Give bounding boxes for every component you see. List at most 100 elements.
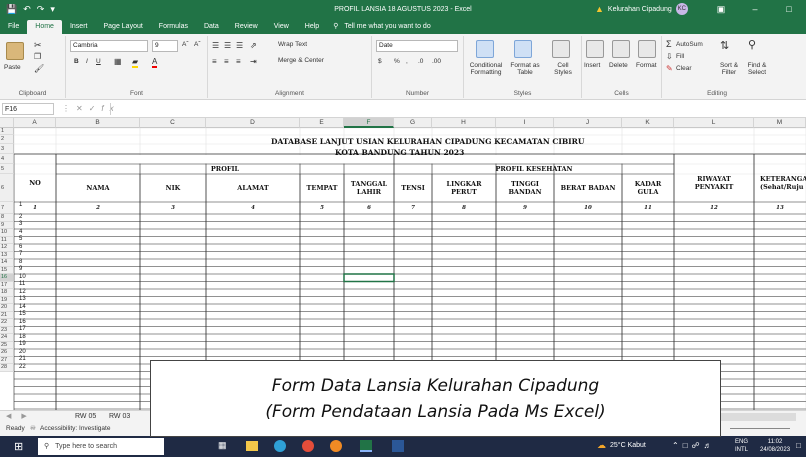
weather-text[interactable]: 25°C Kabut bbox=[610, 442, 646, 449]
format-button[interactable]: Format bbox=[636, 62, 657, 69]
currency-icon[interactable]: $ bbox=[378, 58, 382, 65]
row-header[interactable]: 9 bbox=[0, 221, 14, 229]
accessibility-status[interactable]: Accessibility: Investigate bbox=[40, 425, 110, 432]
horizontal-scrollbar[interactable] bbox=[720, 413, 796, 421]
fill-button[interactable]: Fill bbox=[676, 53, 684, 60]
format-painter-icon[interactable]: 🖌 bbox=[34, 64, 44, 73]
user-account[interactable]: ▲ Kelurahan Cipadung KC bbox=[595, 3, 688, 15]
row-header[interactable]: 19 bbox=[0, 296, 14, 304]
tab-insert[interactable]: Insert bbox=[62, 20, 96, 34]
column-header-a[interactable]: A bbox=[14, 118, 56, 128]
word-taskbar-icon[interactable] bbox=[392, 440, 404, 452]
file-explorer-icon[interactable] bbox=[246, 441, 258, 451]
font-color-icon[interactable]: A bbox=[152, 57, 158, 68]
excel-taskbar-icon[interactable] bbox=[360, 440, 372, 452]
row-header[interactable]: 28 bbox=[0, 364, 14, 372]
conditional-formatting-button[interactable]: Conditional Formatting bbox=[466, 62, 506, 76]
firefox-icon[interactable] bbox=[330, 440, 342, 452]
fill-color-icon[interactable]: ▰ bbox=[132, 57, 139, 68]
row-header[interactable]: 3 bbox=[0, 144, 14, 154]
comma-icon[interactable]: , bbox=[406, 58, 408, 65]
task-view-icon[interactable]: ▦ bbox=[218, 440, 227, 451]
column-header-f[interactable]: F bbox=[344, 118, 394, 128]
language-indicator[interactable]: ENG INTL bbox=[735, 438, 748, 454]
maximize-icon[interactable]: □ bbox=[772, 0, 806, 18]
insert-cells-icon[interactable] bbox=[586, 40, 604, 58]
column-header-m[interactable]: M bbox=[754, 118, 806, 128]
row-header[interactable]: 12 bbox=[0, 244, 14, 252]
conditional-formatting-icon[interactable] bbox=[476, 40, 494, 58]
paste-button[interactable]: Paste bbox=[4, 64, 21, 71]
sort-filter-button[interactable]: Sort & Filter bbox=[716, 62, 742, 76]
align-left-icon[interactable]: ≡ bbox=[212, 57, 217, 66]
row-header[interactable]: 25 bbox=[0, 341, 14, 349]
name-box[interactable]: F16 bbox=[2, 103, 54, 115]
grow-font-icon[interactable]: Aˆ bbox=[182, 41, 189, 48]
column-header-b[interactable]: B bbox=[56, 118, 140, 128]
zoom-slider[interactable] bbox=[730, 428, 790, 429]
row-header[interactable]: 1 bbox=[0, 128, 14, 135]
insert-button[interactable]: Insert bbox=[584, 62, 600, 69]
format-cells-icon[interactable] bbox=[638, 40, 656, 58]
italic-button[interactable]: I bbox=[86, 58, 88, 65]
tab-help[interactable]: Help bbox=[297, 20, 327, 34]
row-header[interactable]: 20 bbox=[0, 304, 14, 312]
bold-button[interactable]: B bbox=[74, 58, 79, 65]
row-header[interactable]: 6 bbox=[0, 174, 14, 202]
row-header[interactable]: 24 bbox=[0, 334, 14, 342]
tab-formulas[interactable]: Formulas bbox=[151, 20, 196, 34]
align-right-icon[interactable]: ≡ bbox=[236, 57, 241, 66]
column-header-j[interactable]: J bbox=[554, 118, 622, 128]
system-tray-icons[interactable]: ⌃□☍♬ bbox=[672, 441, 716, 450]
decrease-decimal-icon[interactable]: .00 bbox=[432, 58, 441, 65]
row-header[interactable]: 4 bbox=[0, 154, 14, 164]
edge-icon[interactable] bbox=[274, 440, 286, 452]
orientation-icon[interactable]: ⇗ bbox=[250, 41, 257, 50]
font-size-select[interactable]: 9 bbox=[152, 40, 178, 52]
row-header[interactable]: 16 bbox=[0, 274, 14, 282]
autosum-button[interactable]: AutoSum bbox=[676, 41, 703, 48]
borders-icon[interactable]: ▦ bbox=[114, 57, 122, 66]
row-header[interactable]: 14 bbox=[0, 259, 14, 267]
row-header[interactable]: 15 bbox=[0, 266, 14, 274]
delete-button[interactable]: Delete bbox=[609, 62, 628, 69]
indent-icon[interactable]: ⇥ bbox=[250, 57, 257, 66]
tab-page-layout[interactable]: Page Layout bbox=[95, 20, 150, 34]
row-header[interactable]: 17 bbox=[0, 281, 14, 289]
row-header[interactable]: 2 bbox=[0, 135, 14, 144]
row-header[interactable]: 13 bbox=[0, 251, 14, 259]
copy-icon[interactable]: ❐ bbox=[34, 52, 41, 61]
ribbon-display-icon[interactable]: ▣ bbox=[704, 0, 738, 18]
row-header[interactable]: 27 bbox=[0, 356, 14, 364]
wrap-text-button[interactable]: Wrap Text bbox=[278, 41, 307, 48]
row-header[interactable]: 8 bbox=[0, 214, 14, 222]
cut-icon[interactable]: ✂ bbox=[34, 40, 42, 51]
tell-me-box[interactable]: Tell me what you want to do bbox=[344, 20, 430, 34]
find-select-button[interactable]: Find & Select bbox=[744, 62, 770, 76]
select-all-corner[interactable] bbox=[0, 118, 14, 128]
delete-cells-icon[interactable] bbox=[612, 40, 630, 58]
notification-icon[interactable]: □ bbox=[796, 441, 801, 450]
column-header-i[interactable]: I bbox=[496, 118, 554, 128]
clear-button[interactable]: Clear bbox=[676, 65, 692, 72]
tab-view[interactable]: View bbox=[266, 20, 297, 34]
align-top-icon[interactable]: ☰ bbox=[212, 41, 219, 50]
shrink-font-icon[interactable]: Aˇ bbox=[194, 41, 201, 48]
row-header[interactable]: 7 bbox=[0, 202, 14, 214]
row-header[interactable]: 23 bbox=[0, 326, 14, 334]
tab-review[interactable]: Review bbox=[227, 20, 266, 34]
format-as-table-button[interactable]: Format as Table bbox=[508, 62, 542, 76]
windows-start-icon[interactable]: ⊞ bbox=[14, 440, 23, 453]
column-header-k[interactable]: K bbox=[622, 118, 674, 128]
cell-styles-icon[interactable] bbox=[552, 40, 570, 58]
cell-styles-button[interactable]: Cell Styles bbox=[550, 62, 576, 76]
tab-home[interactable]: Home bbox=[27, 20, 62, 34]
percent-icon[interactable]: % bbox=[394, 58, 400, 65]
align-middle-icon[interactable]: ☰ bbox=[224, 41, 231, 50]
underline-button[interactable]: U bbox=[96, 58, 101, 65]
column-header-e[interactable]: E bbox=[300, 118, 344, 128]
format-as-table-icon[interactable] bbox=[514, 40, 532, 58]
row-header[interactable]: 22 bbox=[0, 319, 14, 327]
tab-data[interactable]: Data bbox=[196, 20, 227, 34]
column-header-g[interactable]: G bbox=[394, 118, 432, 128]
